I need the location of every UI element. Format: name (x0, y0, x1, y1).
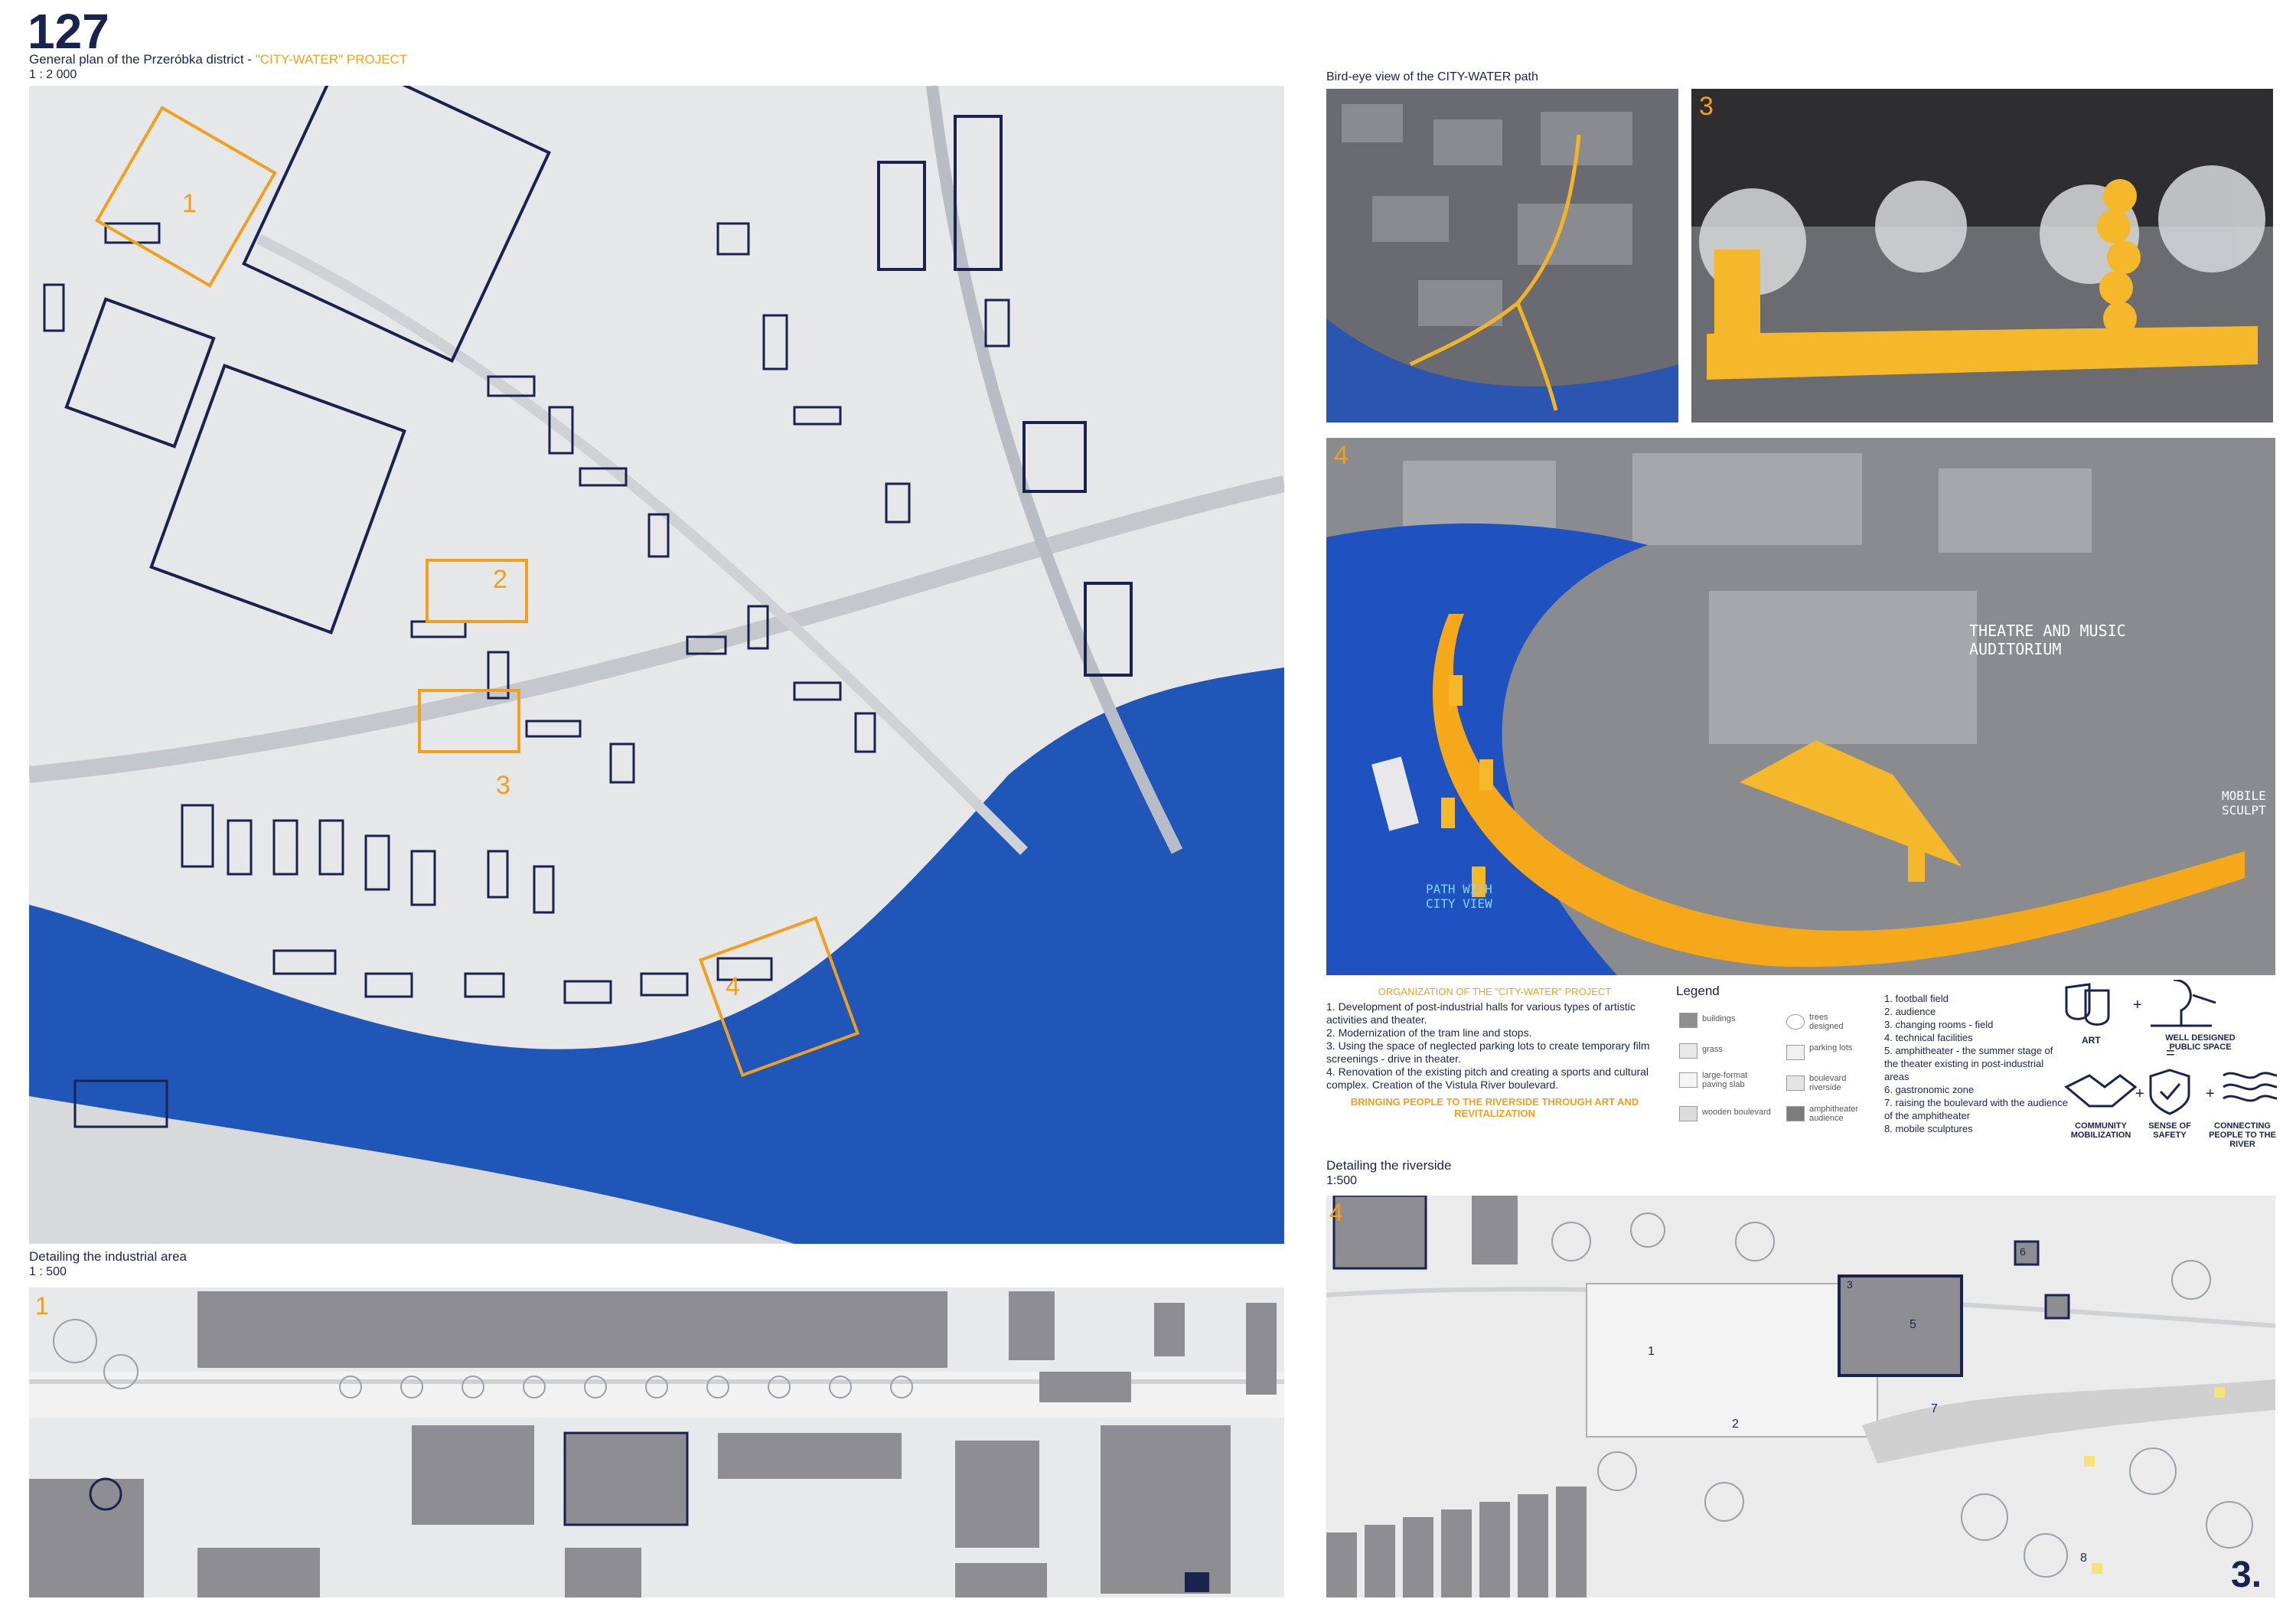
legend-swatch-riverside (1786, 1075, 1805, 1091)
numbered-item-2: 2. audience (1884, 1006, 1936, 1017)
diagram-safety: SENSE OF SAFETY (2148, 1121, 2191, 1140)
legend-label-buildings: buildings (1702, 1014, 1736, 1023)
riverside-number-3: 3 (1847, 1278, 1853, 1291)
riverside-number-1: 1 (1648, 1345, 1655, 1358)
render-3-label: 3 (1699, 92, 1714, 121)
legend-swatch-buildings (1679, 1013, 1698, 1028)
legend-title: Legend (1676, 984, 1720, 998)
render-3-svg (1691, 89, 2273, 423)
organization-block: ORGANIZATION OF THE "CITY-WATER" PROJECT… (1326, 986, 1663, 1119)
theatre-masks-icon (2065, 983, 2110, 1026)
diagram-river: CONNECTING PEOPLE TO THE RIVER (2209, 1121, 2276, 1149)
legend-label-parking: parking lots (1809, 1043, 1853, 1053)
riverside-detail-scale: 1:500 (1326, 1174, 1358, 1187)
organization-item-2: 2. Modernization of the tram line and st… (1326, 1026, 1532, 1039)
numbered-item-8: 8. mobile sculptures (1884, 1123, 1973, 1134)
render-4-annotation-mobile: MOBILE SCULPT (2222, 788, 2266, 818)
legend-swatch-grass (1679, 1043, 1698, 1059)
general-plan-svg (29, 86, 1284, 1244)
waves-icon (2223, 1072, 2278, 1102)
general-plan-scale: 1 : 2 000 (29, 68, 77, 81)
handshake-icon (2064, 1074, 2138, 1108)
shield-icon (2149, 1069, 2190, 1115)
legend-swatch-wooden (1679, 1106, 1698, 1121)
general-plan-title-prefix: General plan of the Przeróbka district - (29, 52, 256, 67)
legend: Legend buildings grass large-format pavi… (1676, 984, 1875, 1137)
road-2 (256, 233, 1028, 855)
general-plan-title: General plan of the Przeróbka district -… (29, 52, 407, 67)
legend-label-riverside: boulevard riverside (1809, 1074, 1847, 1092)
render-4-annotation-path: PATH WITH CITY VIEW (1426, 882, 1492, 911)
industrial-detail-plan: 1 (29, 1287, 1284, 1598)
legend-label-paving: large-format paving slab (1702, 1071, 1748, 1089)
legend-swatch-paving (1679, 1072, 1698, 1088)
diagram-plus-1: + (2133, 997, 2142, 1013)
legend-label-wooden: wooden boulevard (1702, 1108, 1771, 1117)
general-plan-map: 1 2 3 4 (29, 86, 1284, 1244)
legend-swatch-trees (1786, 1014, 1805, 1030)
zone-2-outline (426, 559, 528, 623)
zone-label-4: 4 (726, 972, 740, 1001)
numbered-item-6: 6. gastronomic zone (1884, 1084, 1975, 1095)
numbered-item-4: 4. technical facilities (1884, 1032, 1973, 1043)
legend-label-trees: trees designed (1809, 1013, 1844, 1031)
legend-label-grass: grass (1702, 1045, 1723, 1054)
riverside-number-7: 7 (1931, 1402, 1938, 1415)
page-number: 3. (2231, 1555, 2262, 1595)
diagram-public-space: WELL DESIGNED PUBLIC SPACE (2165, 1033, 2236, 1052)
industrial-detail-svg (29, 1291, 1284, 1598)
theatre-frame (1714, 250, 1760, 349)
zone-label-2: 2 (493, 565, 507, 594)
render-4-label: 4 (1334, 441, 1349, 470)
numbered-item-5: 5. amphitheater - the summer stage of th… (1884, 1045, 2053, 1082)
organization-heading: ORGANIZATION OF THE "CITY-WATER" PROJECT (1378, 986, 1612, 997)
render-4-annotation-theatre: THEATRE AND MUSIC AUDITORIUM (1969, 622, 2126, 658)
diagram-community: COMMUNITY MOBILIZATION (2070, 1121, 2131, 1140)
birdseye-svg (1326, 89, 1678, 423)
numbered-item-1: 1. football field (1884, 993, 1949, 1004)
riverside-detail-label: 4 (1329, 1199, 1343, 1226)
render-3-image: 3 (1691, 89, 2273, 423)
riverside-detail-plan: 4 1 2 3 5 6 7 8 (1326, 1196, 2275, 1598)
riverside-number-2: 2 (1732, 1418, 1739, 1431)
organization-item-1: 1. Development of post-industrial halls … (1326, 1000, 1636, 1026)
riverside-number-6: 6 (2020, 1245, 2026, 1258)
general-plan-title-highlight: "CITY-WATER" PROJECT (255, 52, 408, 67)
park-icon (2151, 978, 2216, 1027)
sheet-number: 127 (28, 4, 109, 59)
numbered-item-7: 7. raising the boulevard with the audien… (1884, 1097, 2068, 1121)
riverside-number-5: 5 (1910, 1318, 1916, 1331)
birdseye-title: Bird-eye view of the CITY-WATER path (1326, 70, 1538, 83)
industrial-detail-scale: 1 : 500 (29, 1265, 67, 1278)
riverside-detail-title: Detailing the riverside (1326, 1158, 1452, 1173)
football-field (1586, 1283, 1878, 1438)
riverside-detail-svg (1326, 1196, 2275, 1598)
numbered-item-3: 3. changing rooms - field (1884, 1019, 1994, 1030)
riverside-number-8: 8 (2080, 1552, 2087, 1565)
legend-swatch-amphitheater (1786, 1106, 1805, 1121)
zone-label-3: 3 (496, 771, 510, 800)
industrial-detail-title: Detailing the industrial area (29, 1249, 188, 1264)
industrial-detail-label: 1 (35, 1292, 49, 1320)
concept-diagram: + = + + ART WELL DESIGNED PUBLIC SPACE C… (2059, 978, 2281, 1167)
numbered-list: 1. football field 2. audience 3. changin… (1884, 992, 2068, 1135)
organization-item-3: 3. Using the space of neglected parking … (1326, 1039, 1650, 1065)
render-4-image: 4 THEATRE AND MUSIC AUDITORIUM PATH WITH… (1326, 438, 2275, 975)
diagram-art: ART (2082, 1035, 2101, 1046)
diagram-plus-2: + (2135, 1085, 2144, 1102)
birdseye-photo (1326, 89, 1678, 423)
legend-swatch-parking (1786, 1045, 1805, 1060)
diagram-plus-3: + (2206, 1085, 2215, 1102)
organization-item-4: 4. Renovation of the existing pitch and … (1326, 1066, 1649, 1091)
organization-tagline: BRINGING PEOPLE TO THE RIVERSIDE THROUGH… (1350, 1096, 1639, 1119)
zone-label-1: 1 (182, 189, 197, 218)
legend-label-amphitheater: amphitheater audience (1809, 1105, 1859, 1123)
